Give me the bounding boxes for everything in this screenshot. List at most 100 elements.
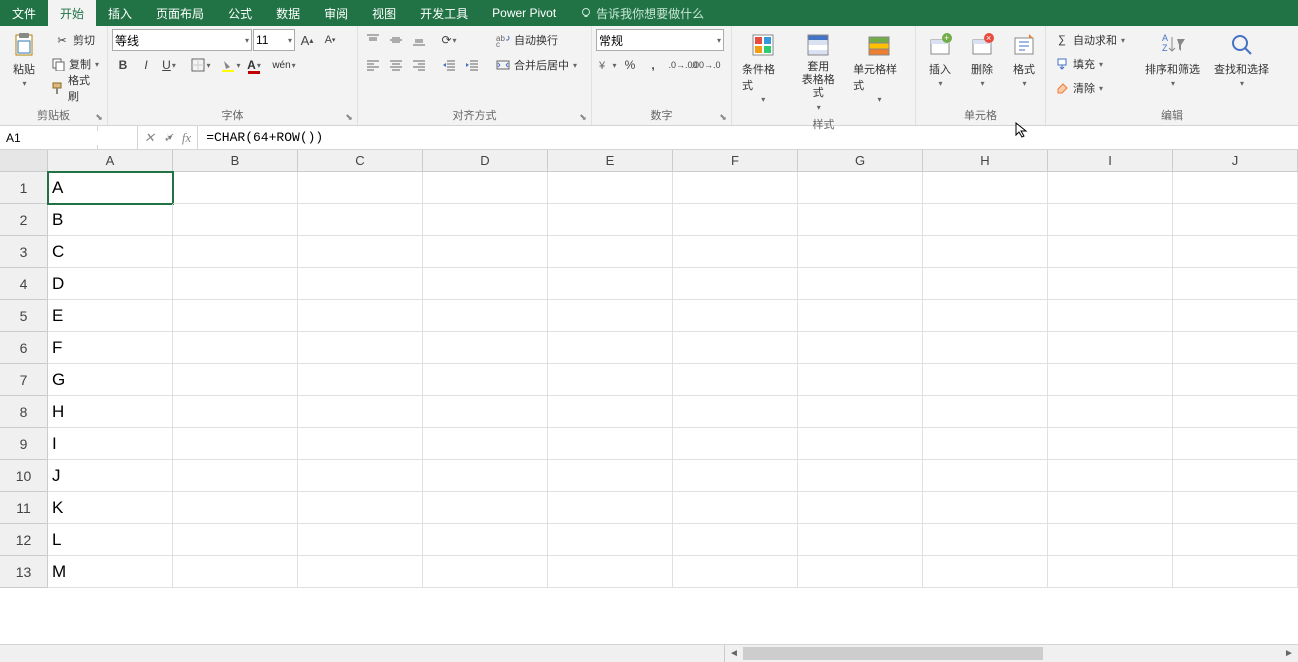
cell-B5[interactable] <box>173 300 298 332</box>
cell-F4[interactable] <box>673 268 798 300</box>
paste-button[interactable]: 粘贴 ▾ <box>4 29 44 90</box>
cell-C7[interactable] <box>298 364 423 396</box>
find-select-button[interactable]: 查找和选择▾ <box>1208 29 1275 90</box>
cell-I5[interactable] <box>1048 300 1173 332</box>
select-all-button[interactable] <box>0 150 48 171</box>
cell-J2[interactable] <box>1173 204 1298 236</box>
cell-F13[interactable] <box>673 556 798 588</box>
cell-H5[interactable] <box>923 300 1048 332</box>
row-header-3[interactable]: 3 <box>0 236 48 268</box>
cell-A13[interactable]: M <box>48 556 173 588</box>
insert-cells-button[interactable]: + 插入▾ <box>920 29 960 90</box>
cell-C13[interactable] <box>298 556 423 588</box>
cell-I9[interactable] <box>1048 428 1173 460</box>
align-center-button[interactable] <box>385 54 407 76</box>
cell-G12[interactable] <box>798 524 923 556</box>
cell-H12[interactable] <box>923 524 1048 556</box>
tab-文件[interactable]: 文件 <box>0 0 48 26</box>
tab-插入[interactable]: 插入 <box>96 0 144 26</box>
cell-E3[interactable] <box>548 236 673 268</box>
scroll-thumb[interactable] <box>743 647 1043 660</box>
column-header-E[interactable]: E <box>548 150 673 171</box>
cell-D3[interactable] <box>423 236 548 268</box>
cell-J7[interactable] <box>1173 364 1298 396</box>
cell-A8[interactable]: H <box>48 396 173 428</box>
cell-I2[interactable] <box>1048 204 1173 236</box>
tab-视图[interactable]: 视图 <box>360 0 408 26</box>
cell-F2[interactable] <box>673 204 798 236</box>
accounting-format-button[interactable]: ¥▾ <box>596 54 618 76</box>
tab-页面布局[interactable]: 页面布局 <box>144 0 216 26</box>
column-header-G[interactable]: G <box>798 150 923 171</box>
cell-A3[interactable]: C <box>48 236 173 268</box>
clear-button[interactable]: 清除 ▾ <box>1050 77 1107 99</box>
cell-C4[interactable] <box>298 268 423 300</box>
cell-A4[interactable]: D <box>48 268 173 300</box>
cell-J4[interactable] <box>1173 268 1298 300</box>
cell-B1[interactable] <box>173 172 298 204</box>
comma-button[interactable]: , <box>642 54 664 76</box>
cells-area[interactable]: ABCDEFGHIJKLM <box>48 172 1298 588</box>
cell-I7[interactable] <box>1048 364 1173 396</box>
cell-D12[interactable] <box>423 524 548 556</box>
cell-styles-button[interactable]: 单元格样式▾ <box>847 29 911 106</box>
cell-B11[interactable] <box>173 492 298 524</box>
align-right-button[interactable] <box>408 54 430 76</box>
cell-A5[interactable]: E <box>48 300 173 332</box>
cell-J11[interactable] <box>1173 492 1298 524</box>
cell-G5[interactable] <box>798 300 923 332</box>
cell-C6[interactable] <box>298 332 423 364</box>
cell-D11[interactable] <box>423 492 548 524</box>
row-header-6[interactable]: 6 <box>0 332 48 364</box>
row-header-12[interactable]: 12 <box>0 524 48 556</box>
fill-button[interactable]: 填充 ▾ <box>1050 53 1107 75</box>
percent-button[interactable]: % <box>619 54 641 76</box>
scroll-track[interactable] <box>743 647 1280 660</box>
cut-button[interactable]: ✂ 剪切 <box>50 29 99 51</box>
cell-G9[interactable] <box>798 428 923 460</box>
cell-D8[interactable] <box>423 396 548 428</box>
cell-H1[interactable] <box>923 172 1048 204</box>
cell-H9[interactable] <box>923 428 1048 460</box>
row-header-10[interactable]: 10 <box>0 460 48 492</box>
cell-G7[interactable] <box>798 364 923 396</box>
cell-A11[interactable]: K <box>48 492 173 524</box>
cell-E8[interactable] <box>548 396 673 428</box>
font-name-select[interactable]: 等线▾ <box>112 29 252 51</box>
scroll-right-button[interactable]: ► <box>1280 645 1298 662</box>
cell-F10[interactable] <box>673 460 798 492</box>
cell-J6[interactable] <box>1173 332 1298 364</box>
bold-button[interactable]: B <box>112 54 134 76</box>
cell-I3[interactable] <box>1048 236 1173 268</box>
cell-H3[interactable] <box>923 236 1048 268</box>
horizontal-scrollbar[interactable]: ◄ ► <box>724 645 1298 662</box>
align-top-button[interactable] <box>362 29 384 51</box>
font-size-select[interactable]: 11▾ <box>253 29 295 51</box>
row-header-11[interactable]: 11 <box>0 492 48 524</box>
cell-I13[interactable] <box>1048 556 1173 588</box>
cell-C2[interactable] <box>298 204 423 236</box>
name-box[interactable]: ▾ <box>0 126 98 149</box>
cell-G6[interactable] <box>798 332 923 364</box>
cell-C11[interactable] <box>298 492 423 524</box>
enter-formula-button[interactable]: ✓ <box>163 130 174 146</box>
clipboard-launcher[interactable]: ⬊ <box>93 111 105 123</box>
cell-H11[interactable] <box>923 492 1048 524</box>
cell-G3[interactable] <box>798 236 923 268</box>
cell-A7[interactable]: G <box>48 364 173 396</box>
cell-A1[interactable]: A <box>48 172 173 204</box>
row-header-4[interactable]: 4 <box>0 268 48 300</box>
cell-J1[interactable] <box>1173 172 1298 204</box>
row-header-2[interactable]: 2 <box>0 204 48 236</box>
scroll-left-button[interactable]: ◄ <box>725 645 743 662</box>
column-header-F[interactable]: F <box>673 150 798 171</box>
orientation-button[interactable]: ⟳▾ <box>438 29 460 51</box>
cell-D4[interactable] <box>423 268 548 300</box>
cell-B4[interactable] <box>173 268 298 300</box>
cell-E4[interactable] <box>548 268 673 300</box>
cell-G2[interactable] <box>798 204 923 236</box>
decrease-indent-button[interactable] <box>438 54 460 76</box>
cell-E5[interactable] <box>548 300 673 332</box>
tab-Power Pivot[interactable]: Power Pivot <box>480 0 568 26</box>
wrap-text-button[interactable]: abc 自动换行 <box>491 29 581 51</box>
